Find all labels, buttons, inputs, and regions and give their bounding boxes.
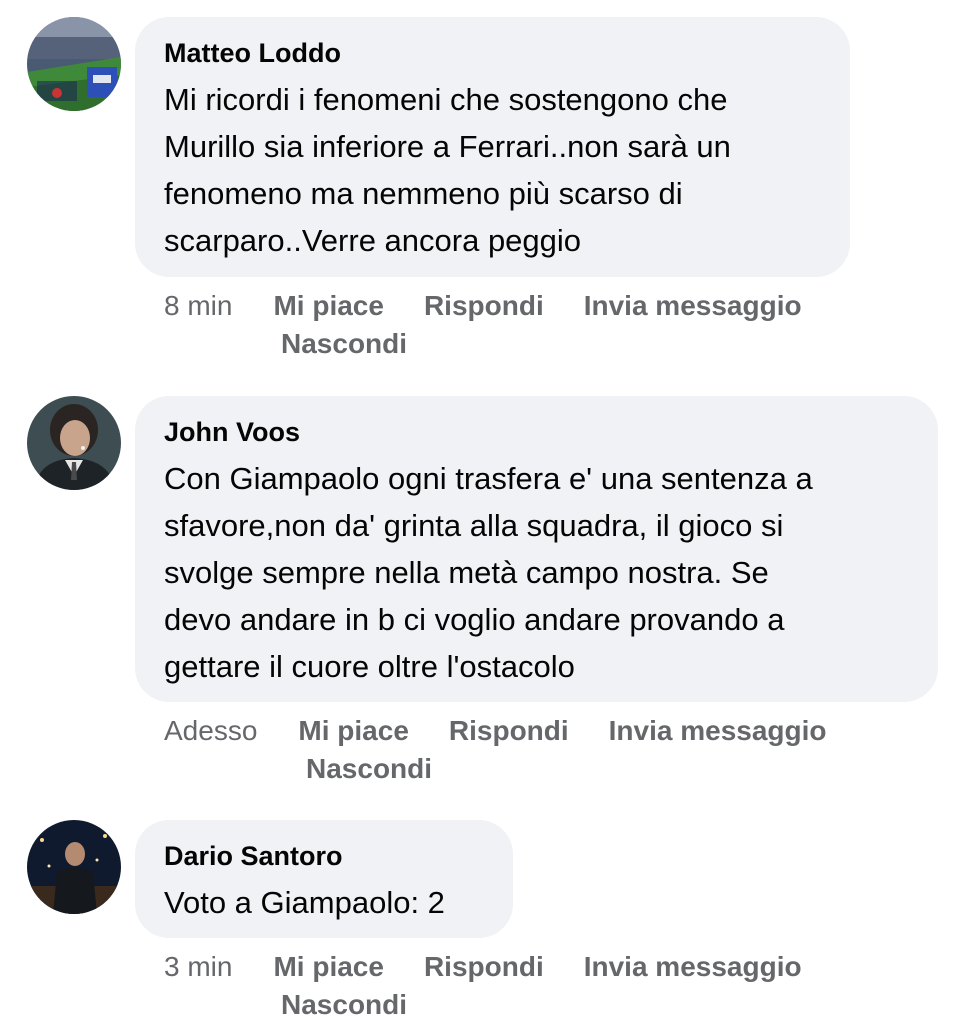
stadium-photo-icon <box>27 17 121 111</box>
comment-actions: Adesso Mi piace Rispondi Invia messaggio… <box>164 712 867 788</box>
like-button[interactable]: Mi piace <box>273 287 383 325</box>
reply-button[interactable]: Rispondi <box>424 287 544 325</box>
avatar[interactable] <box>27 396 121 490</box>
man-portrait-icon <box>27 396 121 490</box>
reply-button[interactable]: Rispondi <box>424 948 544 986</box>
like-button[interactable]: Mi piace <box>298 712 408 750</box>
hide-button[interactable]: Nascondi <box>281 325 842 363</box>
comment-bubble: John Voos Con Giampaolo ogni trasfera e'… <box>135 396 938 702</box>
send-message-button[interactable]: Invia messaggio <box>609 712 827 750</box>
comment-bubble: Matteo Loddo Mi ricordi i fenomeni che s… <box>135 17 850 277</box>
comment-author[interactable]: John Voos <box>164 416 910 448</box>
comment-text: Con Giampaolo ogni trasfera e' una sente… <box>164 461 813 684</box>
send-message-button[interactable]: Invia messaggio <box>584 287 802 325</box>
reply-button[interactable]: Rispondi <box>449 712 569 750</box>
comment-author[interactable]: Matteo Loddo <box>164 37 822 69</box>
avatar[interactable] <box>27 820 121 914</box>
like-button[interactable]: Mi piace <box>273 948 383 986</box>
comment-actions: 3 min Mi piace Rispondi Invia messaggio … <box>164 948 842 1024</box>
comment-author[interactable]: Dario Santoro <box>164 840 485 872</box>
comment-text: Mi ricordi i fenomeni che sostengono che… <box>164 82 731 258</box>
comment-timestamp[interactable]: Adesso <box>164 712 257 750</box>
comment-timestamp[interactable]: 8 min <box>164 287 232 325</box>
hide-button[interactable]: Nascondi <box>306 750 867 788</box>
hide-button[interactable]: Nascondi <box>281 986 842 1024</box>
night-photo-icon <box>27 820 121 914</box>
send-message-button[interactable]: Invia messaggio <box>584 948 802 986</box>
comment-text: Voto a Giampaolo: 2 <box>164 885 445 920</box>
comment-actions: 8 min Mi piace Rispondi Invia messaggio … <box>164 287 842 363</box>
comment-timestamp[interactable]: 3 min <box>164 948 232 986</box>
avatar[interactable] <box>27 17 121 111</box>
comment-bubble: Dario Santoro Voto a Giampaolo: 2 <box>135 820 513 938</box>
